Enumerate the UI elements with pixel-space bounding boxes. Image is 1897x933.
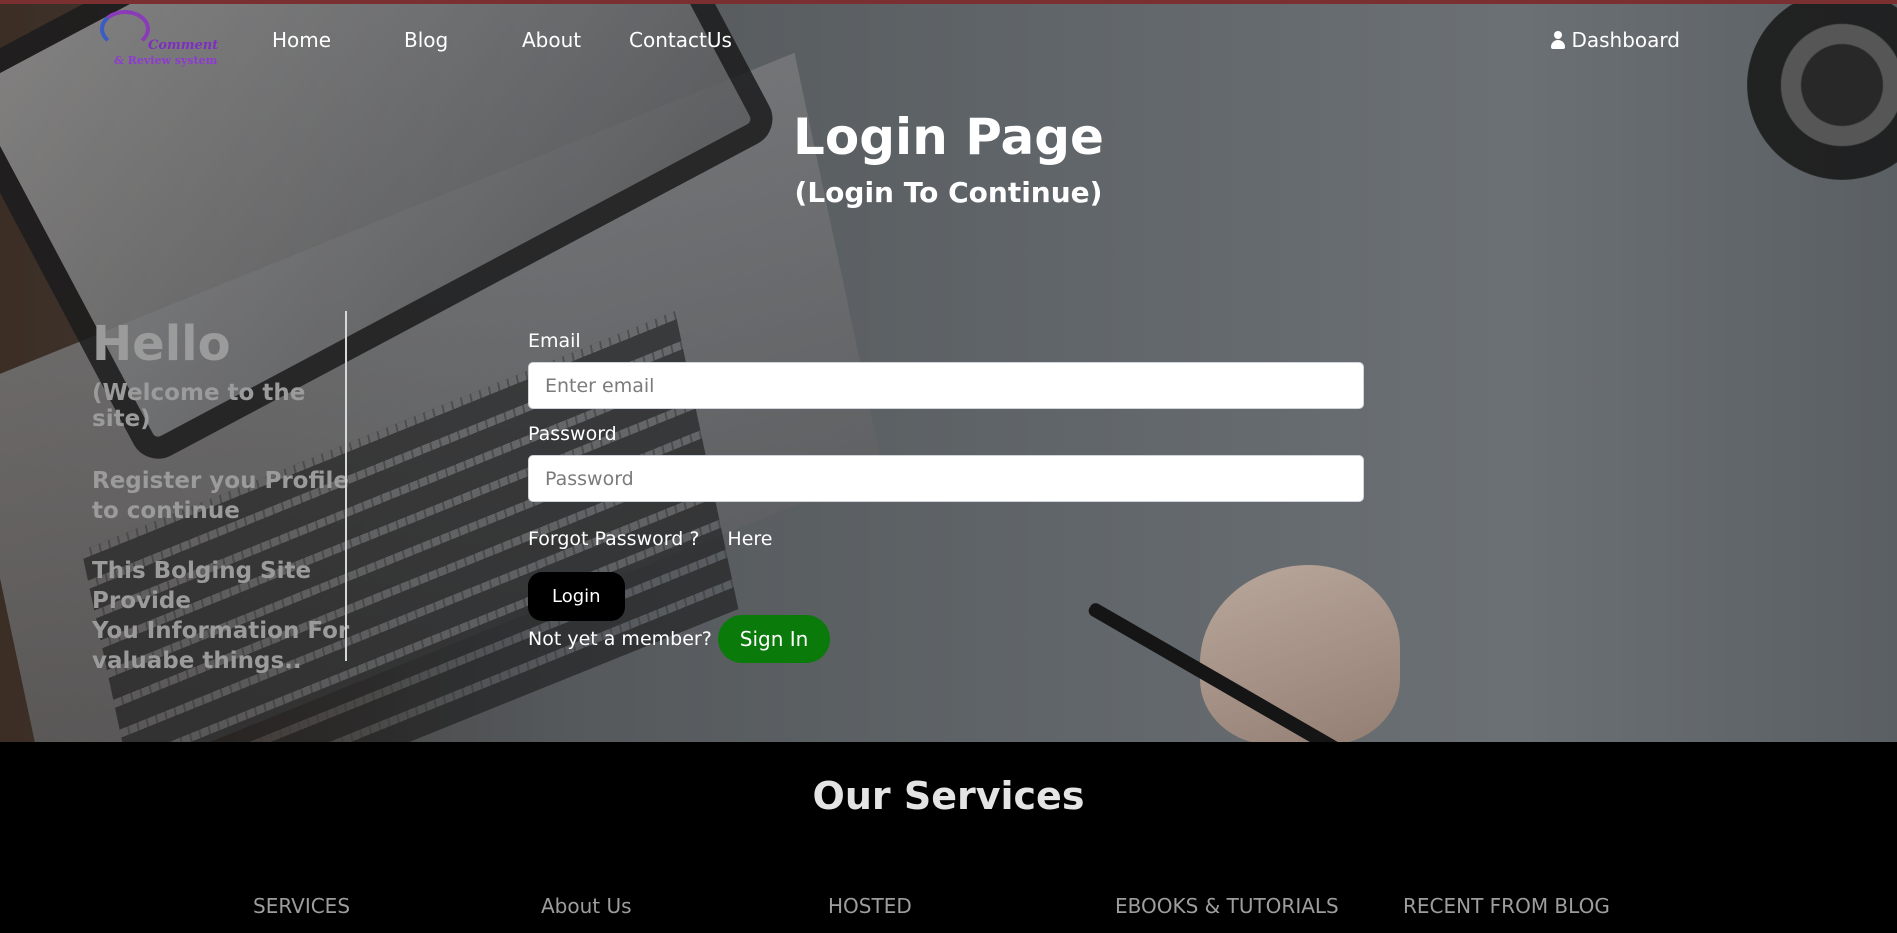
hello-heading: Hello xyxy=(92,316,231,372)
nav-home[interactable]: Home xyxy=(272,28,331,52)
dashboard-label: Dashboard xyxy=(1571,28,1680,52)
welcome-text: (Welcome to the site) xyxy=(92,380,306,432)
nav-contactus[interactable]: ContactUs xyxy=(629,28,732,52)
email-label: Email xyxy=(528,330,581,352)
logo-text-line1: Comment xyxy=(148,38,219,53)
site-description-line2: You Information For valuabe things.. xyxy=(92,618,350,674)
welcome-panel: Hello (Welcome to the site) Register you… xyxy=(92,316,352,676)
email-input[interactable] xyxy=(528,362,1364,409)
user-icon xyxy=(1551,31,1566,49)
nav-about[interactable]: About xyxy=(522,28,581,52)
hero-section: Comment & Review system Home Blog About … xyxy=(0,0,1897,742)
dashboard-link[interactable]: Dashboard xyxy=(1551,28,1680,52)
register-text: Register you Profile to continue xyxy=(92,468,349,524)
forgot-password-link[interactable]: Here xyxy=(727,528,772,550)
password-label: Password xyxy=(528,423,617,445)
footer-col-hosted[interactable]: HOSTED xyxy=(828,894,912,918)
sign-in-button[interactable]: Sign In xyxy=(717,615,831,663)
navbar: Comment & Review system Home Blog About … xyxy=(0,4,1897,74)
vertical-divider xyxy=(345,311,347,661)
services-heading: Our Services xyxy=(812,774,1085,818)
password-input[interactable] xyxy=(528,455,1364,502)
forgot-password-row: Forgot Password ? Here xyxy=(528,528,1364,550)
page-subtitle: (Login To Continue) xyxy=(794,176,1103,209)
site-description-line1: This Bolging Site Provide xyxy=(92,558,312,614)
footer-col-ebooks[interactable]: EBOOKS & TUTORIALS xyxy=(1115,894,1339,918)
not-member-text: Not yet a member? xyxy=(528,628,712,650)
logo-text-line2: & Review system xyxy=(114,54,218,67)
logo-swirl-icon xyxy=(100,10,150,48)
footer-col-about[interactable]: About Us xyxy=(541,894,632,918)
page-title: Login Page xyxy=(793,108,1104,166)
login-form: Email Password Forgot Password ? Here Lo… xyxy=(528,330,1364,663)
forgot-password-text: Forgot Password ? xyxy=(528,528,700,550)
site-logo[interactable]: Comment & Review system xyxy=(100,10,220,68)
login-button[interactable]: Login xyxy=(528,572,625,621)
footer: Our Services SERVICES About Us HOSTED EB… xyxy=(0,742,1897,933)
footer-col-recent-blog[interactable]: RECENT FROM BLOG xyxy=(1403,894,1610,918)
site-description: This Bolging Site Provide You Informatio… xyxy=(92,556,352,676)
footer-col-services[interactable]: SERVICES xyxy=(253,894,350,918)
signup-row: Not yet a member? Sign In xyxy=(528,615,1364,663)
nav-blog[interactable]: Blog xyxy=(404,28,448,52)
